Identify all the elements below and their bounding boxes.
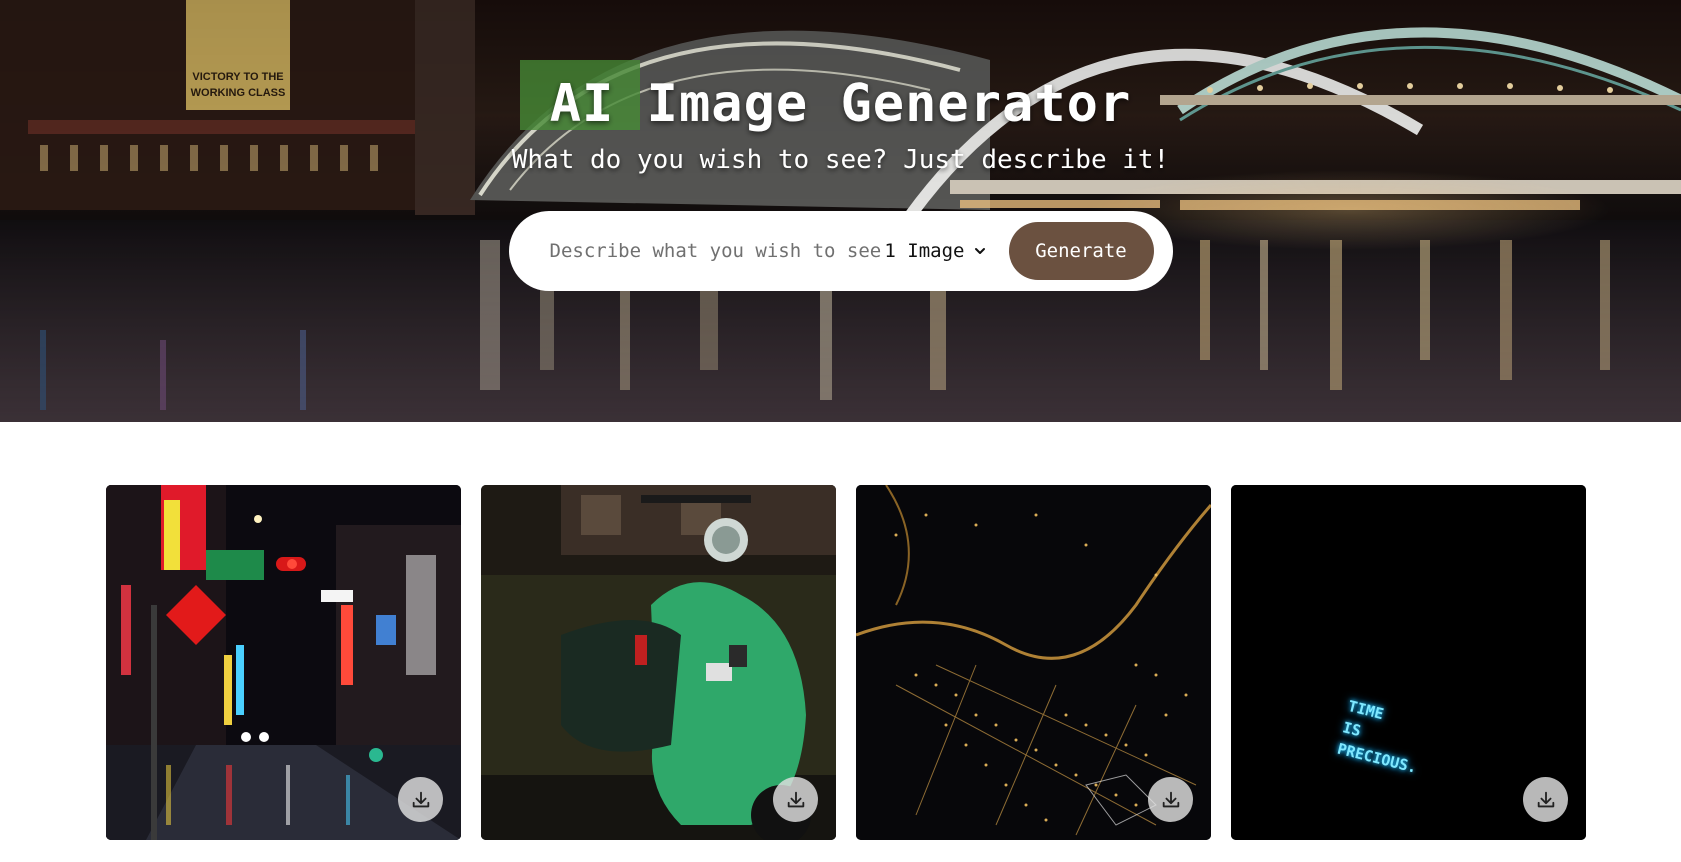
image-count-value: 1 Image <box>884 240 965 262</box>
download-button[interactable] <box>398 777 443 822</box>
gallery-card-green-scooter[interactable] <box>481 485 836 840</box>
prompt-form: 1 Image Generate <box>508 211 1173 291</box>
download-button[interactable] <box>773 777 818 822</box>
image-gallery: TIME IS PRECIOUS. <box>106 485 1586 840</box>
gallery-card-aerial-city[interactable] <box>856 485 1211 840</box>
gallery-card-neon-street[interactable] <box>106 485 461 840</box>
page-subtitle: What do you wish to see? Just describe i… <box>511 145 1170 175</box>
hero-banner: VICTORY TO THE WORKING CLASS <box>0 0 1681 422</box>
prompt-input[interactable] <box>549 231 885 271</box>
chevron-down-icon <box>974 248 985 254</box>
download-button[interactable] <box>1523 777 1568 822</box>
download-icon <box>412 791 429 807</box>
image-count-select[interactable]: 1 Image <box>884 240 986 262</box>
generate-button[interactable]: Generate <box>1008 222 1154 280</box>
hero-content: AI Image Generator What do you wish to s… <box>0 0 1681 422</box>
gallery-card-neon-sign[interactable]: TIME IS PRECIOUS. <box>1231 485 1586 840</box>
page-title: AI Image Generator <box>549 74 1132 134</box>
download-icon <box>1537 791 1554 807</box>
download-button[interactable] <box>1148 777 1193 822</box>
download-icon <box>1162 791 1179 807</box>
download-icon <box>787 791 804 807</box>
